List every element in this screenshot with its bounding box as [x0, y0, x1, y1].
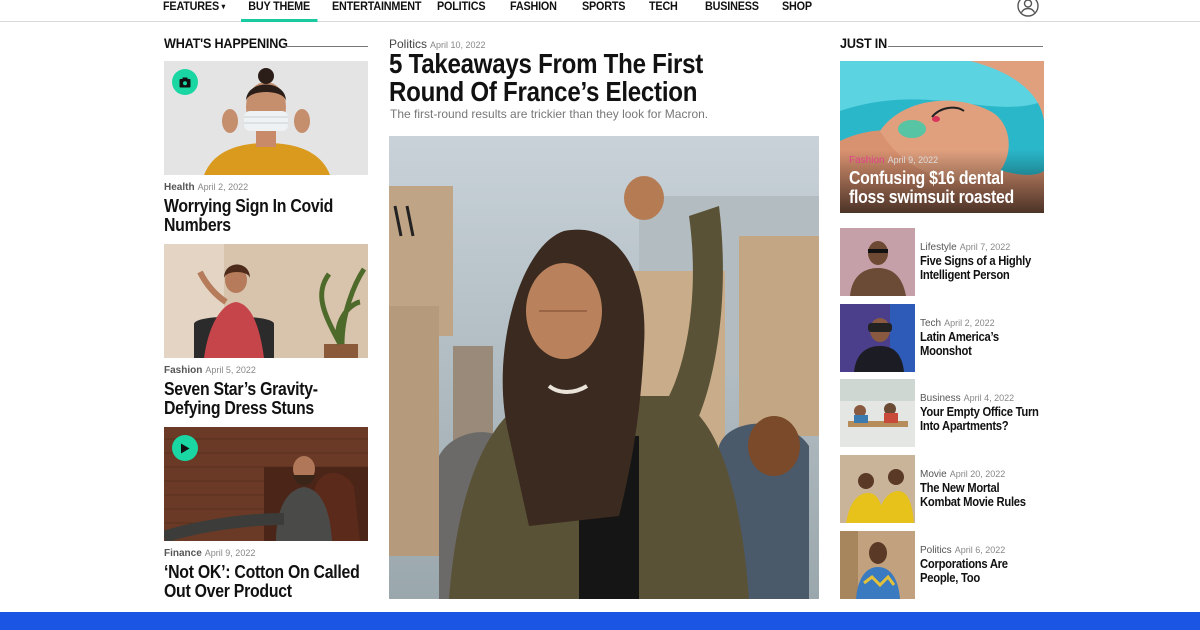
man-colorful-thumb: [840, 531, 915, 599]
article-image-dress[interactable]: [164, 244, 368, 358]
date-label: April 6, 2022: [954, 545, 1006, 555]
just-in-heading: JUST IN: [840, 35, 888, 51]
just-in-top-meta: Fashion April 9, 2022: [849, 155, 938, 166]
article-meta: Lifestyle April 7, 2022: [920, 242, 1010, 253]
article-meta: Tech April 2, 2022: [920, 318, 995, 329]
just-in-top-title[interactable]: Confusing $16 dental floss swimsuit roas…: [849, 169, 1039, 207]
nav-item-tech[interactable]: TECH: [649, 0, 678, 22]
article-meta: Politics April 6, 2022: [920, 545, 1005, 556]
nav-item-business[interactable]: BUSINESS: [705, 0, 759, 22]
article-title[interactable]: Seven Star’s Gravity-Defying Dress Stuns: [164, 380, 368, 418]
video-badge[interactable]: [172, 435, 198, 461]
article-meta: Business April 4, 2022: [920, 393, 1014, 404]
category-label[interactable]: Fashion: [164, 365, 202, 376]
category-label[interactable]: Politics: [920, 545, 952, 556]
nav-item-sports[interactable]: SPORTS: [582, 0, 626, 22]
nav-item-politics[interactable]: POLITICS: [437, 0, 486, 22]
yellow-outfits-thumb: [840, 455, 915, 523]
date-label: April 9, 2022: [204, 548, 256, 558]
article-meta: Finance April 9, 2022: [164, 548, 255, 559]
nav-item-features[interactable]: FEATURES ▾: [163, 0, 225, 22]
category-label[interactable]: Tech: [920, 318, 941, 329]
nav-item-entertainment[interactable]: ENTERTAINMENT: [332, 0, 421, 22]
footer-bar: [0, 612, 1200, 630]
office-meeting-thumb: [840, 379, 915, 447]
list-item-image[interactable]: [840, 304, 915, 372]
article-title[interactable]: Five Signs of a Highly Intelligent Perso…: [920, 254, 1037, 282]
date-label: April 7, 2022: [959, 242, 1011, 252]
nav-item-buy-theme[interactable]: BUY THEME: [241, 0, 318, 22]
category-label[interactable]: Movie: [920, 469, 947, 480]
list-item-image[interactable]: [840, 379, 915, 447]
article-title[interactable]: ‘Not OK’: Cotton On Called Out Over Prod…: [164, 563, 363, 601]
gallery-badge[interactable]: [172, 69, 198, 95]
gallery-icon: [179, 77, 191, 87]
date-label: April 5, 2022: [205, 365, 256, 375]
date-label: April 2, 2022: [197, 182, 249, 192]
vr-headset-thumb: [840, 304, 915, 372]
article-title[interactable]: The New Mortal Kombat Movie Rules: [920, 481, 1041, 509]
date-label: April 20, 2022: [949, 469, 1006, 479]
play-icon: [181, 443, 190, 453]
article-title[interactable]: Corporations Are People, Too: [920, 557, 1037, 585]
section-divider: [888, 46, 1043, 47]
article-title[interactable]: Your Empty Office Turn Into Apartments?: [920, 405, 1041, 433]
featured-image[interactable]: [389, 136, 819, 599]
category-label[interactable]: Business: [920, 393, 961, 404]
date-label: April 9, 2022: [887, 155, 939, 165]
man-sunglasses-thumb: [840, 228, 915, 296]
article-title[interactable]: Worrying Sign In Covid Numbers: [164, 197, 363, 235]
whats-happening-heading: WHAT'S HAPPENING: [164, 35, 288, 51]
category-label[interactable]: Lifestyle: [920, 242, 957, 253]
article-meta: Movie April 20, 2022: [920, 469, 1005, 480]
article-meta: Fashion April 5, 2022: [164, 365, 256, 376]
featured-subtitle: The first-round results are trickier tha…: [390, 107, 709, 121]
category-label[interactable]: Finance: [164, 548, 202, 559]
date-label: April 4, 2022: [963, 393, 1015, 403]
section-divider: [282, 46, 368, 47]
chevron-down-icon: ▾: [221, 2, 226, 11]
list-item-image[interactable]: [840, 228, 915, 296]
nav-item-fashion[interactable]: FASHION: [510, 0, 557, 22]
list-item-image[interactable]: [840, 531, 915, 599]
woman-chair-image: [164, 244, 368, 358]
featured-title[interactable]: 5 Takeaways From The First Round Of Fran…: [389, 50, 767, 106]
top-nav: FEATURES ▾ BUY THEME ENTERTAINMENT POLITI…: [0, 0, 1200, 22]
nav-item-shop[interactable]: SHOP: [782, 0, 812, 22]
date-label: April 2, 2022: [944, 318, 995, 328]
protest-image: [389, 136, 819, 599]
article-title[interactable]: Latin America’s Moonshot: [920, 330, 1037, 358]
category-label[interactable]: Fashion: [849, 155, 885, 166]
category-label[interactable]: Health: [164, 182, 195, 193]
article-meta: Health April 2, 2022: [164, 182, 248, 193]
list-item-image[interactable]: [840, 455, 915, 523]
user-icon[interactable]: [1017, 0, 1039, 17]
